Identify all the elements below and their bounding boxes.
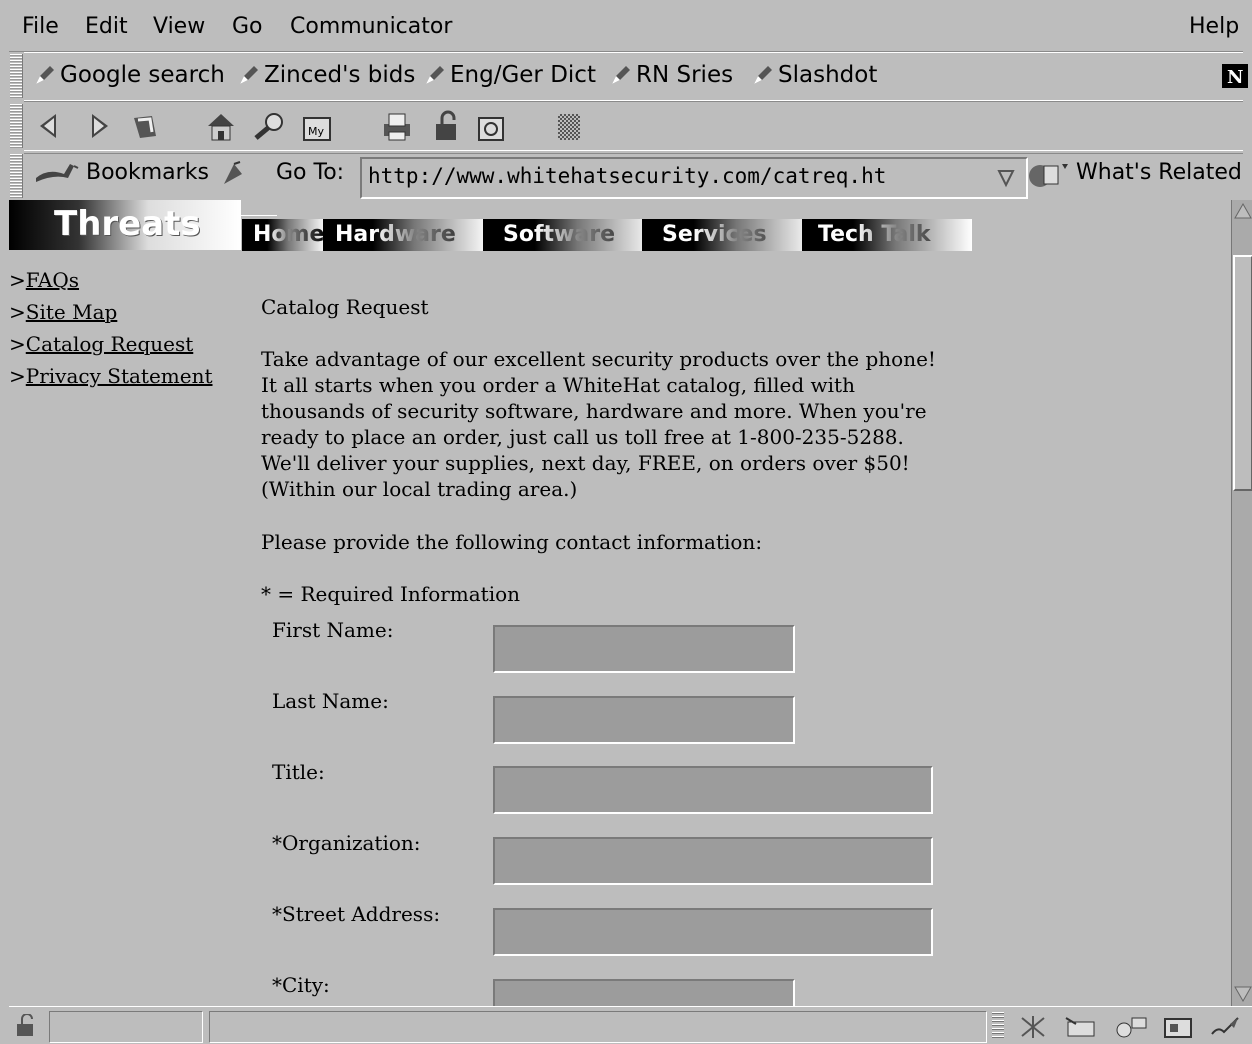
title-field[interactable]: [493, 766, 933, 814]
side-link-label[interactable]: FAQs: [26, 268, 79, 292]
pen-icon: [36, 66, 54, 84]
side-link-site-map[interactable]: >Site Map: [9, 300, 117, 324]
organization-label: *Organization:: [272, 831, 421, 855]
nav-tab-label: Tech Talk: [818, 222, 931, 247]
city-label: *City:: [272, 973, 330, 997]
toolbar-grip[interactable]: [10, 54, 23, 98]
security-status-icon[interactable]: [14, 1014, 40, 1038]
bookmark-label: Zinced's bids: [264, 62, 416, 88]
scroll-down-icon[interactable]: [1233, 984, 1252, 1004]
threats-logo: Threats: [9, 200, 241, 250]
city-field[interactable]: [493, 979, 795, 1006]
netscape-logo-icon[interactable]: N: [1222, 64, 1248, 88]
nav-tab-home[interactable]: Home: [242, 219, 326, 251]
pen-icon: [240, 66, 258, 84]
address-book-icon[interactable]: [1162, 1014, 1194, 1040]
logo-text: Threats: [54, 204, 201, 244]
progress-cell: [49, 1011, 203, 1043]
url-dropdown-button[interactable]: [996, 159, 1016, 193]
chevron-down-icon: [997, 170, 1015, 188]
location-icon[interactable]: [220, 160, 246, 188]
goto-label: Go To:: [276, 160, 345, 185]
scrollbar-thumb[interactable]: [1233, 255, 1252, 491]
toolbar-grip[interactable]: [10, 104, 23, 148]
toolbar-grip[interactable]: [10, 154, 23, 198]
bookmark-google[interactable]: Google search: [34, 62, 225, 88]
logo-underline: [241, 200, 277, 216]
organization-field[interactable]: [493, 837, 933, 885]
svg-text:My: My: [308, 125, 324, 138]
bookmark-label: RN Sries: [636, 62, 734, 88]
side-link-privacy-statement[interactable]: >Privacy Statement: [9, 364, 213, 388]
url-input[interactable]: http://www.whitehatsecurity.com/catreq.h…: [360, 157, 1028, 199]
street-address-field[interactable]: [493, 908, 933, 956]
print-icon[interactable]: [380, 110, 414, 144]
composer-icon[interactable]: [1208, 1014, 1242, 1040]
nav-tab-label: Hardware: [335, 222, 456, 247]
navigator-icon[interactable]: [1016, 1014, 1050, 1040]
page-heading: Catalog Request: [261, 295, 429, 319]
security-lock-icon[interactable]: [430, 110, 464, 144]
bookmark-label: Slashdot: [778, 62, 878, 88]
side-link-label[interactable]: Site Map: [26, 300, 118, 324]
menu-communicator[interactable]: Communicator: [290, 14, 452, 39]
nav-tab-tech-talk[interactable]: Tech Talk: [802, 219, 972, 251]
component-bar-grip[interactable]: [992, 1012, 1004, 1040]
last-name-label: Last Name:: [272, 689, 389, 713]
bookmark-eng-ger-dict[interactable]: Eng/Ger Dict: [424, 62, 596, 88]
first-name-label: First Name:: [272, 618, 394, 642]
contact-prompt: Please provide the following contact inf…: [261, 530, 763, 554]
menu-file[interactable]: File: [22, 14, 59, 39]
reload-icon[interactable]: [128, 110, 162, 144]
bookmark-label: Google search: [60, 62, 225, 88]
first-name-field[interactable]: [493, 625, 795, 673]
bookmark-label: Eng/Ger Dict: [450, 62, 596, 88]
page-content: Threats Home Hardware Software Services …: [9, 200, 1231, 1006]
bookmarks-icon[interactable]: [34, 160, 80, 190]
side-link-label[interactable]: Catalog Request: [26, 332, 194, 356]
newsgroups-icon[interactable]: [1112, 1014, 1150, 1040]
scroll-up-icon[interactable]: [1233, 201, 1252, 221]
bookmark-slashdot[interactable]: Slashdot: [752, 62, 877, 88]
side-link-label[interactable]: Privacy Statement: [26, 364, 213, 388]
bookmark-zinced[interactable]: Zinced's bids: [238, 62, 415, 88]
search-icon[interactable]: [252, 110, 286, 144]
menu-view[interactable]: View: [153, 14, 205, 39]
menu-help[interactable]: Help: [1189, 14, 1239, 39]
pen-icon: [426, 66, 444, 84]
forward-icon[interactable]: [80, 110, 114, 144]
vertical-scrollbar[interactable]: [1231, 200, 1252, 1006]
status-message-cell: [209, 1011, 987, 1043]
mail-icon[interactable]: [1064, 1014, 1100, 1040]
side-link-catalog-request[interactable]: >Catalog Request: [9, 332, 193, 356]
side-link-faqs[interactable]: >FAQs: [9, 268, 79, 292]
pen-icon: [612, 66, 630, 84]
whats-related-label[interactable]: What's Related: [1076, 160, 1242, 185]
menu-bar: File Edit View Go Communicator Help: [9, 8, 1243, 52]
required-note: * = Required Information: [261, 582, 521, 606]
home-icon[interactable]: [204, 110, 238, 144]
bookmarks-label[interactable]: Bookmarks: [86, 160, 209, 185]
nav-tab-label: Home: [253, 222, 325, 247]
pen-icon: [754, 66, 772, 84]
title-label: Title:: [272, 760, 325, 784]
stop-icon[interactable]: [552, 110, 586, 144]
nav-tab-hardware[interactable]: Hardware: [323, 219, 489, 251]
intro-paragraph: Take advantage of our excellent security…: [261, 347, 936, 501]
my-netscape-icon[interactable]: My: [300, 110, 334, 144]
menu-go[interactable]: Go: [232, 14, 263, 39]
nav-tab-label: Services: [662, 222, 767, 247]
nav-tab-services[interactable]: Services: [642, 219, 814, 251]
last-name-field[interactable]: [493, 696, 795, 744]
shop-icon[interactable]: [474, 110, 508, 144]
nav-tab-software[interactable]: Software: [483, 219, 655, 251]
nav-tab-label: Software: [503, 222, 615, 247]
bookmark-rn-sries[interactable]: RN Sries: [610, 62, 733, 88]
street-address-label: *Street Address:: [272, 902, 441, 926]
back-icon[interactable]: [36, 110, 70, 144]
menu-edit[interactable]: Edit: [85, 14, 128, 39]
whats-related-icon[interactable]: [1026, 160, 1070, 190]
svg-text:N: N: [1227, 67, 1243, 88]
